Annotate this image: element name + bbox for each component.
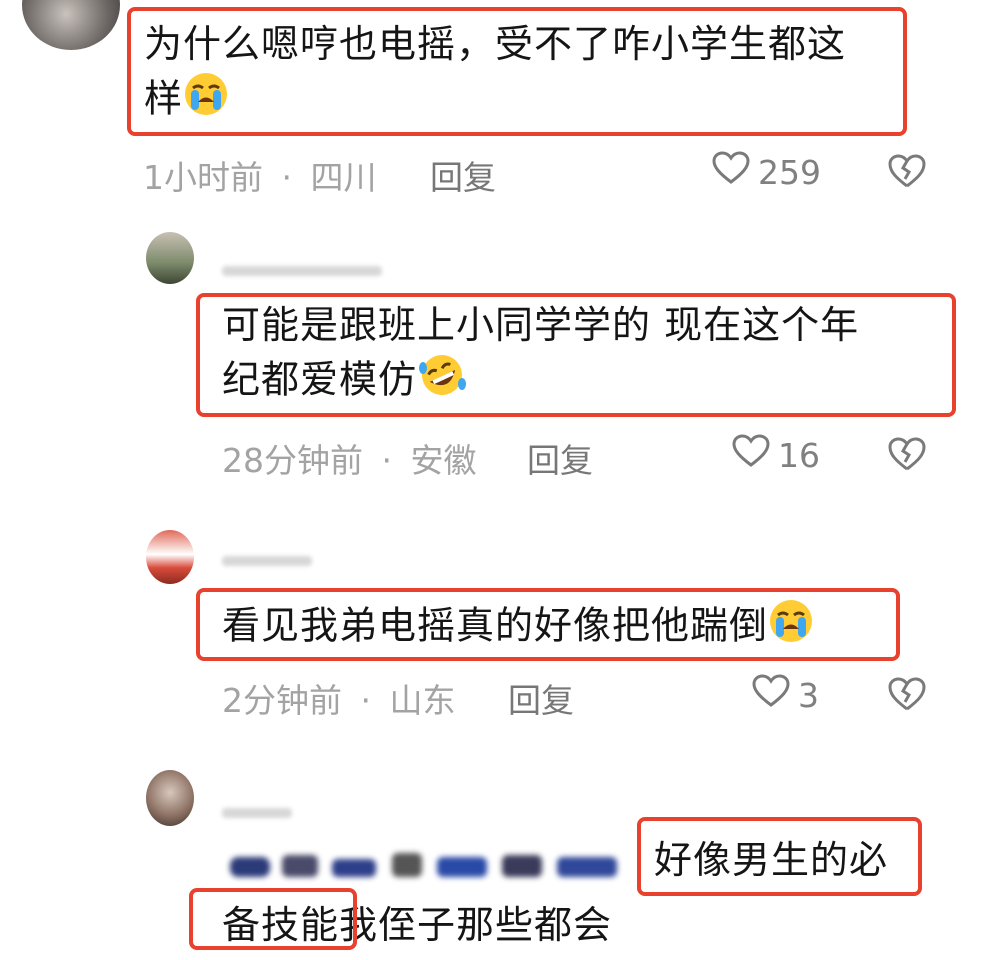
obscured-text [222,845,642,885]
comment-meta: 28分钟前 · 安徽 [222,434,477,482]
like-button[interactable]: 259 [712,151,821,193]
avatar[interactable] [146,770,194,826]
broken-heart-icon [888,154,926,188]
meta-separator: · [281,158,293,197]
highlight-box [196,588,900,661]
broken-heart-icon [888,677,926,711]
timestamp: 2分钟前 [222,681,342,720]
dislike-button[interactable] [887,153,927,193]
comment-meta: 2分钟前 · 山东 [222,674,456,722]
like-count: 259 [758,152,821,192]
region: 山东 [389,681,456,720]
like-count: 3 [798,675,819,715]
dislike-button[interactable] [887,436,927,476]
dislike-button[interactable] [887,676,927,716]
like-count: 16 [778,435,820,475]
highlight-box [189,888,357,950]
like-button[interactable]: 16 [732,434,820,476]
highlight-box [127,7,907,136]
heart-icon [732,434,770,476]
timestamp: 28分钟前 [222,441,363,480]
meta-separator: · [381,441,393,480]
broken-heart-icon [888,437,926,471]
highlight-box [637,817,922,896]
comment-meta: 1小时前 · 四川 [143,151,377,199]
avatar[interactable] [22,0,120,50]
heart-icon [712,151,750,193]
meta-separator: · [360,681,372,720]
username [222,266,382,276]
region: 安徽 [410,441,477,480]
reply-button[interactable]: 回复 [527,434,593,482]
avatar[interactable] [146,232,194,284]
avatar[interactable] [146,530,194,584]
region: 四川 [310,158,377,197]
username [222,808,292,818]
reply-button[interactable]: 回复 [508,674,574,722]
like-button[interactable]: 3 [752,674,819,716]
timestamp: 1小时前 [143,158,263,197]
highlight-box [196,293,956,417]
reply-button[interactable]: 回复 [430,151,496,199]
username [222,556,312,566]
heart-icon [752,674,790,716]
